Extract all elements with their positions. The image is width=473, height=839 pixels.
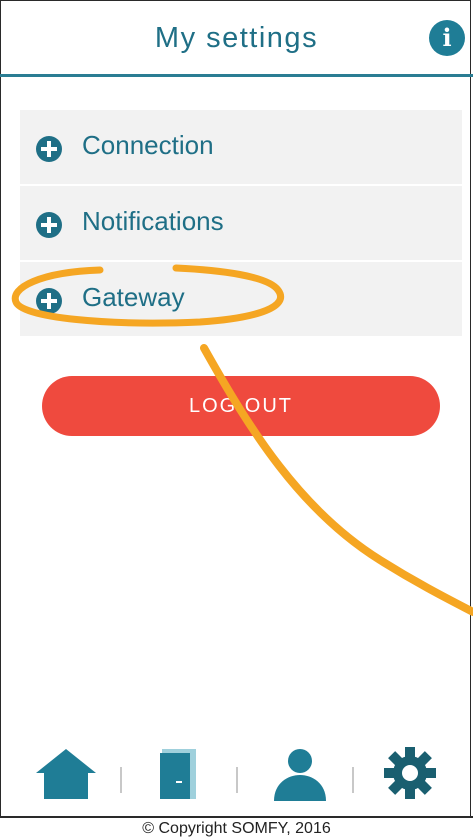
page-title: My settings — [154, 22, 319, 54]
menu-item-label: Notifications — [82, 206, 224, 236]
tab-profile[interactable] — [268, 745, 332, 807]
tab-access[interactable] — [158, 745, 202, 807]
header-divider — [0, 74, 473, 77]
menu-item-gateway[interactable]: Gateway — [20, 262, 462, 338]
menu-item-label: Connection — [82, 130, 214, 160]
tab-settings[interactable] — [382, 745, 438, 807]
settings-menu: Connection Notifications Gateway — [20, 110, 462, 338]
door-icon — [160, 749, 196, 799]
tab-divider — [236, 767, 238, 793]
menu-item-connection[interactable]: Connection — [20, 110, 462, 186]
gear-icon — [384, 747, 436, 799]
home-icon — [36, 749, 96, 799]
logout-button[interactable]: LOG OUT — [42, 376, 440, 436]
info-button[interactable]: i — [429, 20, 465, 56]
plus-icon — [36, 136, 62, 162]
menu-item-label: Gateway — [82, 282, 185, 312]
user-icon — [274, 749, 326, 801]
header: My settings i — [0, 0, 473, 77]
tab-home[interactable] — [34, 745, 98, 807]
plus-icon — [36, 212, 62, 238]
plus-icon — [36, 288, 62, 314]
bottom-tab-bar — [0, 745, 473, 815]
tab-divider — [120, 767, 122, 793]
menu-item-notifications[interactable]: Notifications — [20, 186, 462, 262]
copyright-text: © Copyright SOMFY, 2016 — [142, 820, 331, 837]
tab-divider — [352, 767, 354, 793]
